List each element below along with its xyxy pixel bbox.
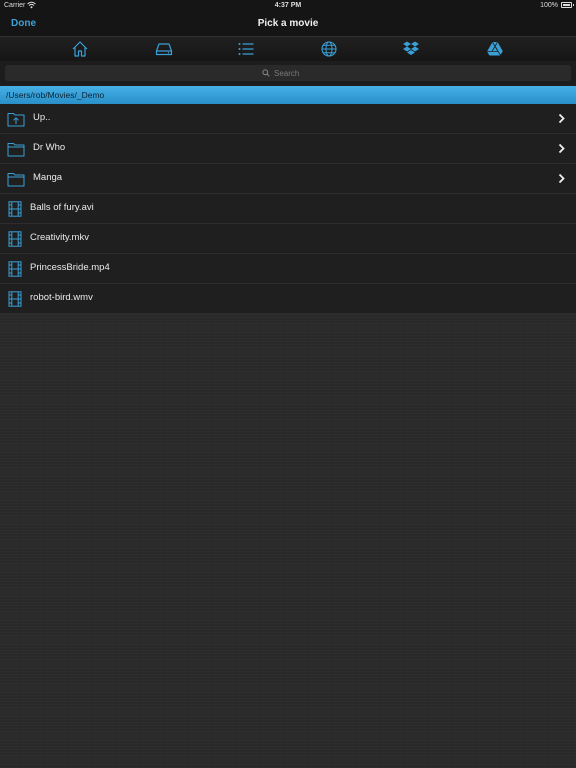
battery-percentage: 100% bbox=[540, 2, 558, 9]
folder-icon bbox=[7, 171, 25, 187]
film-icon bbox=[7, 201, 25, 217]
film-icon bbox=[7, 231, 25, 247]
local-drive-button[interactable] bbox=[153, 40, 175, 58]
film-icon bbox=[7, 291, 25, 307]
file-name: Dr Who bbox=[33, 142, 66, 153]
battery-icon bbox=[561, 2, 574, 8]
source-toolbar bbox=[0, 37, 576, 61]
file-name: PrincessBride.mp4 bbox=[30, 262, 110, 273]
search-bar bbox=[0, 61, 576, 86]
page-title: Pick a movie bbox=[257, 18, 319, 29]
current-path: /Users/rob/Movies/_Demo bbox=[0, 86, 576, 104]
list-item-princess-bride[interactable]: PrincessBride.mp4 bbox=[0, 254, 576, 284]
network-button[interactable] bbox=[318, 40, 340, 58]
google-drive-button[interactable] bbox=[484, 40, 506, 58]
dropbox-button[interactable] bbox=[400, 40, 422, 58]
globe-icon bbox=[321, 41, 337, 57]
status-bar: Carrier 4:37 PM 100% bbox=[0, 0, 576, 12]
film-icon bbox=[7, 261, 25, 277]
list-item-balls-of-fury[interactable]: Balls of fury.avi bbox=[0, 194, 576, 224]
list-item-robot-bird[interactable]: robot-bird.wmv bbox=[0, 284, 576, 314]
search-icon bbox=[262, 69, 270, 77]
search-field[interactable] bbox=[5, 65, 571, 81]
file-list: Up.. Dr Who Manga Balls of fury.avi Crea… bbox=[0, 104, 576, 314]
folder-up-icon bbox=[7, 111, 25, 127]
chevron-right-icon bbox=[558, 143, 565, 154]
list-item-up[interactable]: Up.. bbox=[0, 104, 576, 134]
chevron-right-icon bbox=[558, 113, 565, 124]
google-drive-icon bbox=[487, 41, 504, 57]
file-name: Up.. bbox=[33, 112, 51, 123]
file-name: Manga bbox=[33, 172, 63, 183]
drive-icon bbox=[155, 43, 173, 56]
home-icon bbox=[72, 41, 88, 57]
home-button[interactable] bbox=[69, 40, 91, 58]
list-item-manga[interactable]: Manga bbox=[0, 164, 576, 194]
navigation-bar: Done Pick a movie bbox=[0, 12, 576, 37]
folder-icon bbox=[7, 141, 25, 157]
dropbox-icon bbox=[403, 41, 419, 55]
list-button[interactable] bbox=[235, 40, 257, 58]
search-input[interactable] bbox=[274, 68, 314, 78]
chevron-right-icon bbox=[558, 173, 565, 184]
clock-time: 4:37 PM bbox=[274, 2, 302, 9]
file-name: robot-bird.wmv bbox=[30, 292, 93, 303]
list-icon bbox=[238, 43, 254, 55]
list-item-dr-who[interactable]: Dr Who bbox=[0, 134, 576, 164]
file-name: Balls of fury.avi bbox=[30, 202, 94, 213]
list-item-creativity[interactable]: Creativity.mkv bbox=[0, 224, 576, 254]
file-name: Creativity.mkv bbox=[30, 232, 89, 243]
